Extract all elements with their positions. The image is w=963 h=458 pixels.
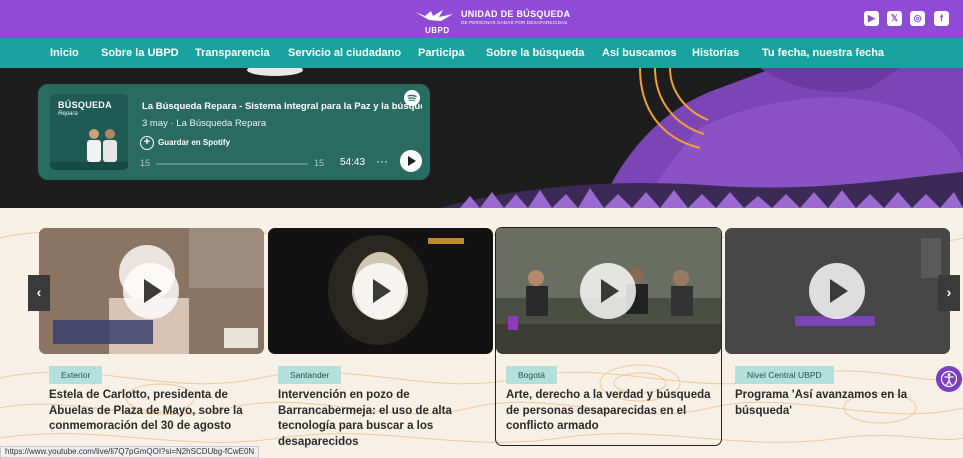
time-remaining: 54:43	[340, 157, 366, 168]
carousel-next-button[interactable]: ›	[938, 275, 960, 311]
accessibility-icon	[941, 370, 957, 388]
carousel-prev-button[interactable]: ‹	[28, 275, 50, 311]
location-tag: Bogotá	[506, 366, 557, 384]
site-header: UBPD UNIDAD DE BÚSQUEDA DE PERSONAS DADA…	[0, 0, 963, 38]
spotify-embed[interactable]: BÚSQUEDA Repara La Búsqueda Repara - Sis…	[38, 84, 430, 180]
card-title[interactable]: Arte, derecho a la verdad y búsqueda de …	[506, 388, 714, 435]
nav-item-participa[interactable]: Participa	[418, 47, 464, 59]
logo-title: UNIDAD DE BÚSQUEDA	[461, 9, 571, 19]
spotify-logo-icon[interactable]	[404, 90, 420, 106]
nav-item-historias[interactable]: Historias	[692, 47, 739, 59]
episode-meta: 3 may · La Búsqueda Repara	[142, 118, 267, 129]
x-icon[interactable]: 𝕏	[887, 11, 902, 26]
location-tag: Santander	[278, 366, 342, 384]
play-icon[interactable]	[123, 263, 179, 319]
youtube-icon[interactable]: ▶	[864, 11, 879, 26]
accessibility-button[interactable]	[936, 366, 962, 392]
video-card[interactable]: Santander Intervención en pozo de Barran…	[268, 228, 493, 458]
video-card[interactable]: Nivel Central UBPD Programa 'Así avanzam…	[725, 228, 950, 458]
save-label: Guardar en Spotify	[158, 138, 231, 147]
video-thumbnail[interactable]	[496, 228, 721, 354]
main-nav: Inicio Sobre la UBPD Transparencia Servi…	[0, 38, 963, 68]
podcast-cover: BÚSQUEDA Repara	[50, 94, 128, 170]
ubpd-logo[interactable]: UBPD UNIDAD DE BÚSQUEDA DE PERSONAS DADA…	[413, 6, 573, 35]
more-options-icon[interactable]: ···	[376, 154, 388, 168]
nav-item-transparencia[interactable]: Transparencia	[195, 47, 270, 59]
video-thumbnail[interactable]	[725, 228, 950, 354]
play-button[interactable]	[400, 150, 422, 172]
video-thumbnail[interactable]	[268, 228, 493, 354]
nav-item-sobre-ubpd[interactable]: Sobre la UBPD	[101, 47, 179, 59]
logo-acronym: UBPD	[425, 26, 450, 35]
cover-people-image	[87, 129, 117, 162]
nav-item-tu-fecha[interactable]: Tu fecha, nuestra fecha	[762, 47, 884, 59]
episode-title[interactable]: La Búsqueda Repara - Sistema Integral pa…	[142, 101, 422, 112]
cover-footer-strip	[50, 162, 128, 170]
instagram-icon[interactable]: ◎	[910, 11, 925, 26]
plus-circle-icon: +	[140, 136, 154, 150]
rewind-15-icon[interactable]: 15	[140, 158, 150, 168]
nav-item-asi-buscamos[interactable]: Así buscamos	[602, 47, 677, 59]
dove-logo-icon	[415, 10, 453, 21]
location-tag: Exterior	[49, 366, 103, 384]
play-icon[interactable]	[580, 263, 636, 319]
card-title[interactable]: Estela de Carlotto, presidenta de Abuela…	[49, 388, 257, 435]
location-tag: Nivel Central UBPD	[735, 366, 834, 384]
card-title[interactable]: Intervención en pozo de Barrancabermeja:…	[278, 388, 486, 450]
facebook-icon[interactable]: f	[934, 11, 949, 26]
cover-title: BÚSQUEDA	[58, 100, 112, 110]
cover-subtitle: Repara	[58, 111, 78, 117]
video-thumbnail[interactable]	[39, 228, 264, 354]
browser-status-url: https://www.youtube.com/live/li7Q7pGmQOI…	[0, 446, 260, 458]
video-card[interactable]: Bogotá Arte, derecho a la verdad y búsqu…	[495, 227, 722, 458]
nav-item-sobre-busqueda[interactable]: Sobre la búsqueda	[486, 47, 584, 59]
play-icon[interactable]	[809, 263, 865, 319]
logo-subtitle: DE PERSONAS DADAS POR DESAPARECIDAS	[461, 20, 568, 25]
forward-15-icon[interactable]: 15	[314, 158, 324, 168]
card-title[interactable]: Programa 'Así avanzamos en la búsqueda'	[735, 388, 943, 419]
nav-item-servicio-ciudadano[interactable]: Servicio al ciudadano	[288, 47, 401, 59]
progress-track[interactable]	[156, 163, 308, 165]
nav-item-inicio[interactable]: Inicio	[50, 47, 79, 59]
video-carousel: Exterior Estela de Carlotto, presidenta …	[0, 208, 963, 458]
play-icon[interactable]	[352, 263, 408, 319]
video-card[interactable]: Exterior Estela de Carlotto, presidenta …	[39, 228, 264, 458]
